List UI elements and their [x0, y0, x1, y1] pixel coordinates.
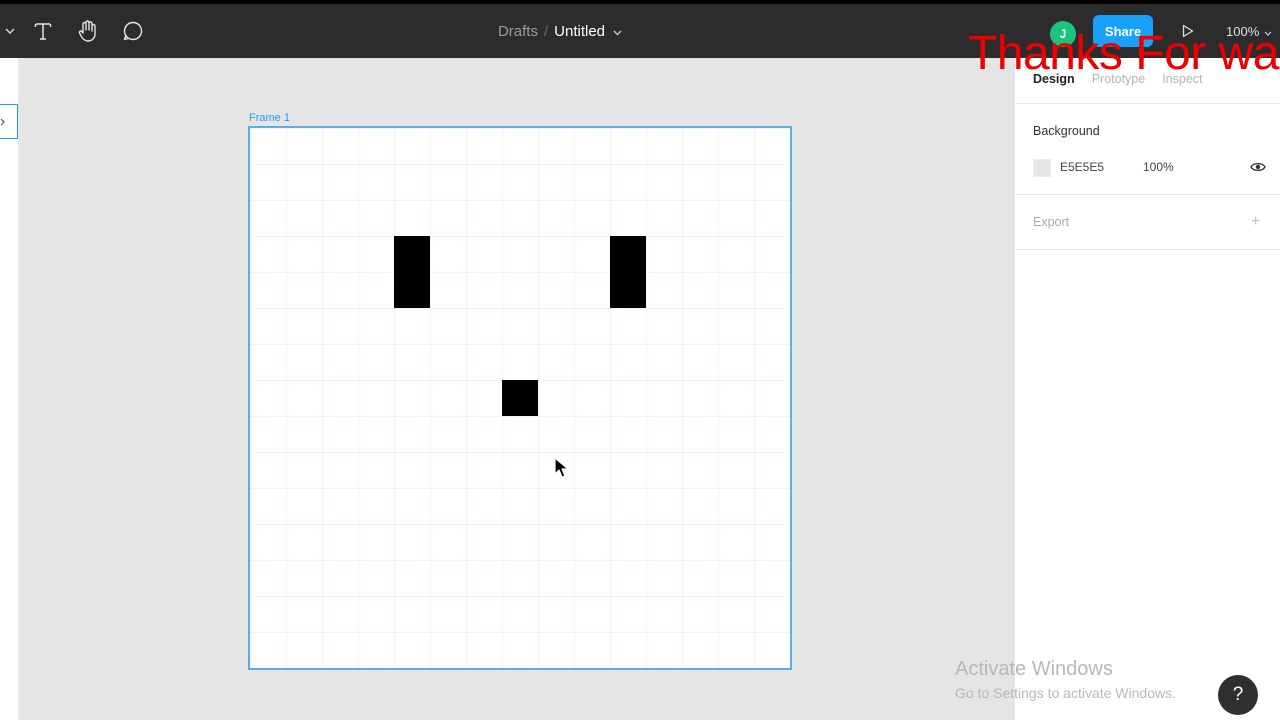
export-section-title: Export: [1033, 215, 1070, 229]
breadcrumb-separator: /: [543, 22, 549, 40]
nose-block[interactable]: [502, 380, 538, 416]
overlay-caption: Thanks For wa: [968, 27, 1279, 80]
file-name[interactable]: Untitled: [554, 23, 605, 40]
background-section-title: Background: [1033, 124, 1100, 138]
eye-icon[interactable]: [1250, 160, 1266, 178]
breadcrumb-drafts[interactable]: Drafts: [498, 23, 538, 40]
canvas-frame[interactable]: [248, 126, 792, 670]
design-panel: Design Prototype Inspect Background E5E5…: [1015, 58, 1280, 720]
background-hex-value[interactable]: E5E5E5: [1060, 160, 1104, 174]
left-eye-block[interactable]: [394, 236, 430, 308]
background-opacity-value[interactable]: 100%: [1143, 160, 1174, 174]
help-button[interactable]: ?: [1218, 675, 1258, 715]
right-eye-block[interactable]: [610, 236, 646, 308]
watermark-title: Activate Windows: [955, 658, 1113, 680]
divider: [1015, 194, 1280, 195]
frame-label[interactable]: Frame 1: [249, 112, 290, 124]
watermark-subtitle: Go to Settings to activate Windows.: [955, 685, 1176, 701]
background-color-swatch[interactable]: [1033, 159, 1051, 177]
file-title: Drafts / Untitled: [0, 4, 1120, 58]
file-menu-chevron-icon[interactable]: [613, 23, 622, 40]
chevron-right-icon: [0, 118, 5, 125]
expand-panel-button[interactable]: [0, 104, 18, 139]
layers-panel-edge: [0, 58, 18, 720]
divider: [1015, 249, 1280, 250]
divider: [1015, 103, 1280, 104]
mouse-cursor-icon: [553, 456, 571, 485]
add-export-icon[interactable]: +: [1251, 213, 1260, 231]
activation-watermark: Activate Windows Go to Settings to activ…: [955, 658, 1176, 701]
